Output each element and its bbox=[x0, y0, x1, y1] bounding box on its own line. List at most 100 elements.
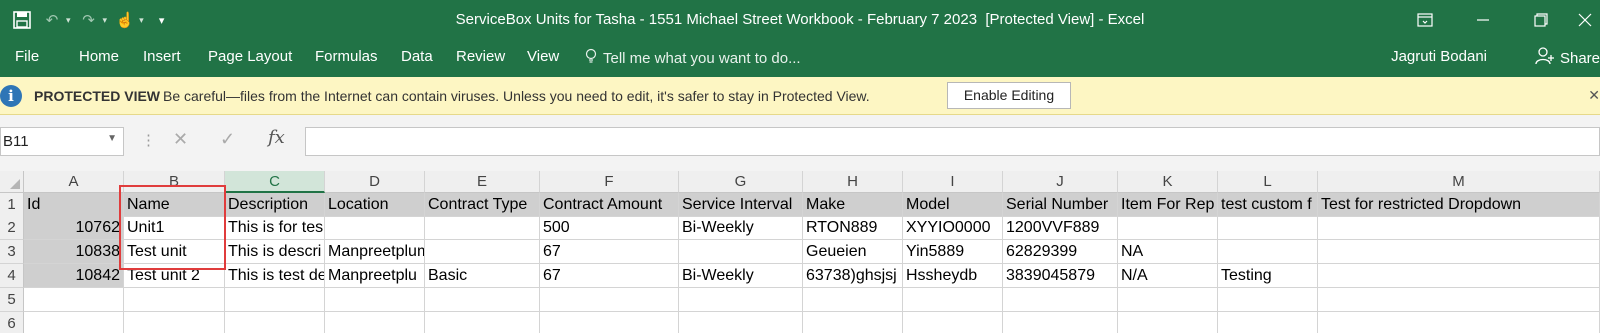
cell-j2[interactable]: 1200VVF889 bbox=[1003, 216, 1118, 240]
column-header-i[interactable]: I bbox=[903, 171, 1003, 193]
cell-k3[interactable]: NA bbox=[1118, 240, 1218, 264]
cell-f6[interactable] bbox=[540, 312, 679, 333]
tab-page-layout[interactable]: Page Layout bbox=[208, 48, 292, 65]
cell-e2[interactable] bbox=[425, 216, 540, 240]
column-header-d[interactable]: D bbox=[325, 171, 425, 193]
cell-b5[interactable] bbox=[124, 288, 225, 312]
cell-k1[interactable]: Item For Rep bbox=[1118, 193, 1218, 217]
cell-g2[interactable]: Bi-Weekly bbox=[679, 216, 803, 240]
tab-file[interactable]: File bbox=[15, 48, 39, 65]
cell-j3[interactable]: 62829399 bbox=[1003, 240, 1118, 264]
cell-h3[interactable]: Geueien bbox=[803, 240, 903, 264]
cancel-icon[interactable]: ✕ bbox=[173, 129, 188, 150]
cell-k5[interactable] bbox=[1118, 288, 1218, 312]
cell-j1[interactable]: Serial Number bbox=[1003, 193, 1118, 217]
cell-i1[interactable]: Model bbox=[903, 193, 1003, 217]
cell-a6[interactable] bbox=[24, 312, 124, 333]
row-header-5[interactable]: 5 bbox=[0, 288, 24, 312]
tab-view[interactable]: View bbox=[527, 48, 559, 65]
select-all-corner[interactable] bbox=[0, 171, 24, 193]
tab-home[interactable]: Home bbox=[79, 48, 119, 65]
cell-m6[interactable] bbox=[1318, 312, 1600, 333]
enable-editing-button[interactable]: Enable Editing bbox=[947, 82, 1071, 109]
cell-a1[interactable]: Id bbox=[24, 193, 124, 217]
close-message-bar-icon[interactable]: ✕ bbox=[1588, 87, 1600, 104]
row-header-6[interactable]: 6 bbox=[0, 312, 24, 333]
formula-input[interactable] bbox=[305, 127, 1600, 156]
cell-e4[interactable]: Basic bbox=[425, 264, 540, 288]
cell-j6[interactable] bbox=[1003, 312, 1118, 333]
insert-function-icon[interactable]: fx bbox=[268, 127, 285, 148]
cell-f3[interactable]: 67 bbox=[540, 240, 679, 264]
cell-a4[interactable]: 10842 bbox=[24, 264, 124, 288]
cell-g6[interactable] bbox=[679, 312, 803, 333]
cell-m4[interactable] bbox=[1318, 264, 1600, 288]
cell-k6[interactable] bbox=[1118, 312, 1218, 333]
cell-a5[interactable] bbox=[24, 288, 124, 312]
cell-j5[interactable] bbox=[1003, 288, 1118, 312]
cell-c5[interactable] bbox=[225, 288, 325, 312]
cell-j4[interactable]: 3839045879 bbox=[1003, 264, 1118, 288]
cell-d5[interactable] bbox=[325, 288, 425, 312]
cell-m2[interactable] bbox=[1318, 216, 1600, 240]
cell-a2[interactable]: 10762 bbox=[24, 216, 124, 240]
column-header-h[interactable]: H bbox=[803, 171, 903, 193]
column-header-b[interactable]: B bbox=[124, 171, 225, 193]
cell-e3[interactable] bbox=[425, 240, 540, 264]
cell-h4[interactable]: 63738)ghsjsj bbox=[803, 264, 903, 288]
cell-d1[interactable]: Location bbox=[325, 193, 425, 217]
cell-d6[interactable] bbox=[325, 312, 425, 333]
cell-i6[interactable] bbox=[903, 312, 1003, 333]
cell-d3[interactable]: Manpreetplumbing location bbox=[325, 240, 425, 264]
row-header-3[interactable]: 3 bbox=[0, 240, 24, 264]
cell-i3[interactable]: Yin5889 bbox=[903, 240, 1003, 264]
tell-me-search[interactable]: Tell me what you want to do... bbox=[585, 48, 801, 68]
enter-icon[interactable]: ✓ bbox=[220, 129, 235, 150]
share-button[interactable]: Share bbox=[1535, 46, 1600, 70]
name-box[interactable]: B11 ▼ bbox=[0, 127, 124, 156]
tab-insert[interactable]: Insert bbox=[143, 48, 181, 65]
cell-k2[interactable] bbox=[1118, 216, 1218, 240]
chevron-down-icon[interactable]: ▼ bbox=[107, 133, 117, 144]
column-header-k[interactable]: K bbox=[1118, 171, 1218, 193]
close-icon[interactable] bbox=[1570, 0, 1600, 40]
column-header-e[interactable]: E bbox=[425, 171, 540, 193]
tab-data[interactable]: Data bbox=[401, 48, 433, 65]
cell-l1[interactable]: test custom f bbox=[1218, 193, 1318, 217]
cell-l4[interactable]: Testing bbox=[1218, 264, 1318, 288]
tab-review[interactable]: Review bbox=[456, 48, 505, 65]
cell-g5[interactable] bbox=[679, 288, 803, 312]
restore-icon[interactable] bbox=[1512, 0, 1570, 40]
tab-formulas[interactable]: Formulas bbox=[315, 48, 378, 65]
cell-g3[interactable] bbox=[679, 240, 803, 264]
cell-h5[interactable] bbox=[803, 288, 903, 312]
cell-d2[interactable] bbox=[325, 216, 425, 240]
cell-b1[interactable]: Name bbox=[124, 193, 225, 217]
cell-b2[interactable]: Unit1 bbox=[124, 216, 225, 240]
cell-l6[interactable] bbox=[1218, 312, 1318, 333]
cell-h6[interactable] bbox=[803, 312, 903, 333]
cell-a3[interactable]: 10838 bbox=[24, 240, 124, 264]
row-header-2[interactable]: 2 bbox=[0, 216, 24, 240]
cell-l5[interactable] bbox=[1218, 288, 1318, 312]
column-header-f[interactable]: F bbox=[540, 171, 679, 193]
cell-b6[interactable] bbox=[124, 312, 225, 333]
minimize-icon[interactable] bbox=[1454, 0, 1512, 40]
column-header-j[interactable]: J bbox=[1003, 171, 1118, 193]
cell-e5[interactable] bbox=[425, 288, 540, 312]
cell-f1[interactable]: Contract Amount bbox=[540, 193, 679, 217]
cell-e6[interactable] bbox=[425, 312, 540, 333]
cell-g1[interactable]: Service Interval bbox=[679, 193, 803, 217]
row-header-1[interactable]: 1 bbox=[0, 193, 24, 217]
column-header-c[interactable]: C bbox=[225, 171, 325, 193]
cell-d4[interactable]: Manpreetplu bbox=[325, 264, 425, 288]
cell-i5[interactable] bbox=[903, 288, 1003, 312]
cell-b3[interactable]: Test unit bbox=[124, 240, 225, 264]
cell-c2[interactable]: This is for tes bbox=[225, 216, 325, 240]
column-header-m[interactable]: M bbox=[1318, 171, 1600, 193]
cell-i2[interactable]: XYYIO0000 bbox=[903, 216, 1003, 240]
cell-k4[interactable]: N/A bbox=[1118, 264, 1218, 288]
column-header-l[interactable]: L bbox=[1218, 171, 1318, 193]
cell-h1[interactable]: Make bbox=[803, 193, 903, 217]
cell-e1[interactable]: Contract Type bbox=[425, 193, 540, 217]
